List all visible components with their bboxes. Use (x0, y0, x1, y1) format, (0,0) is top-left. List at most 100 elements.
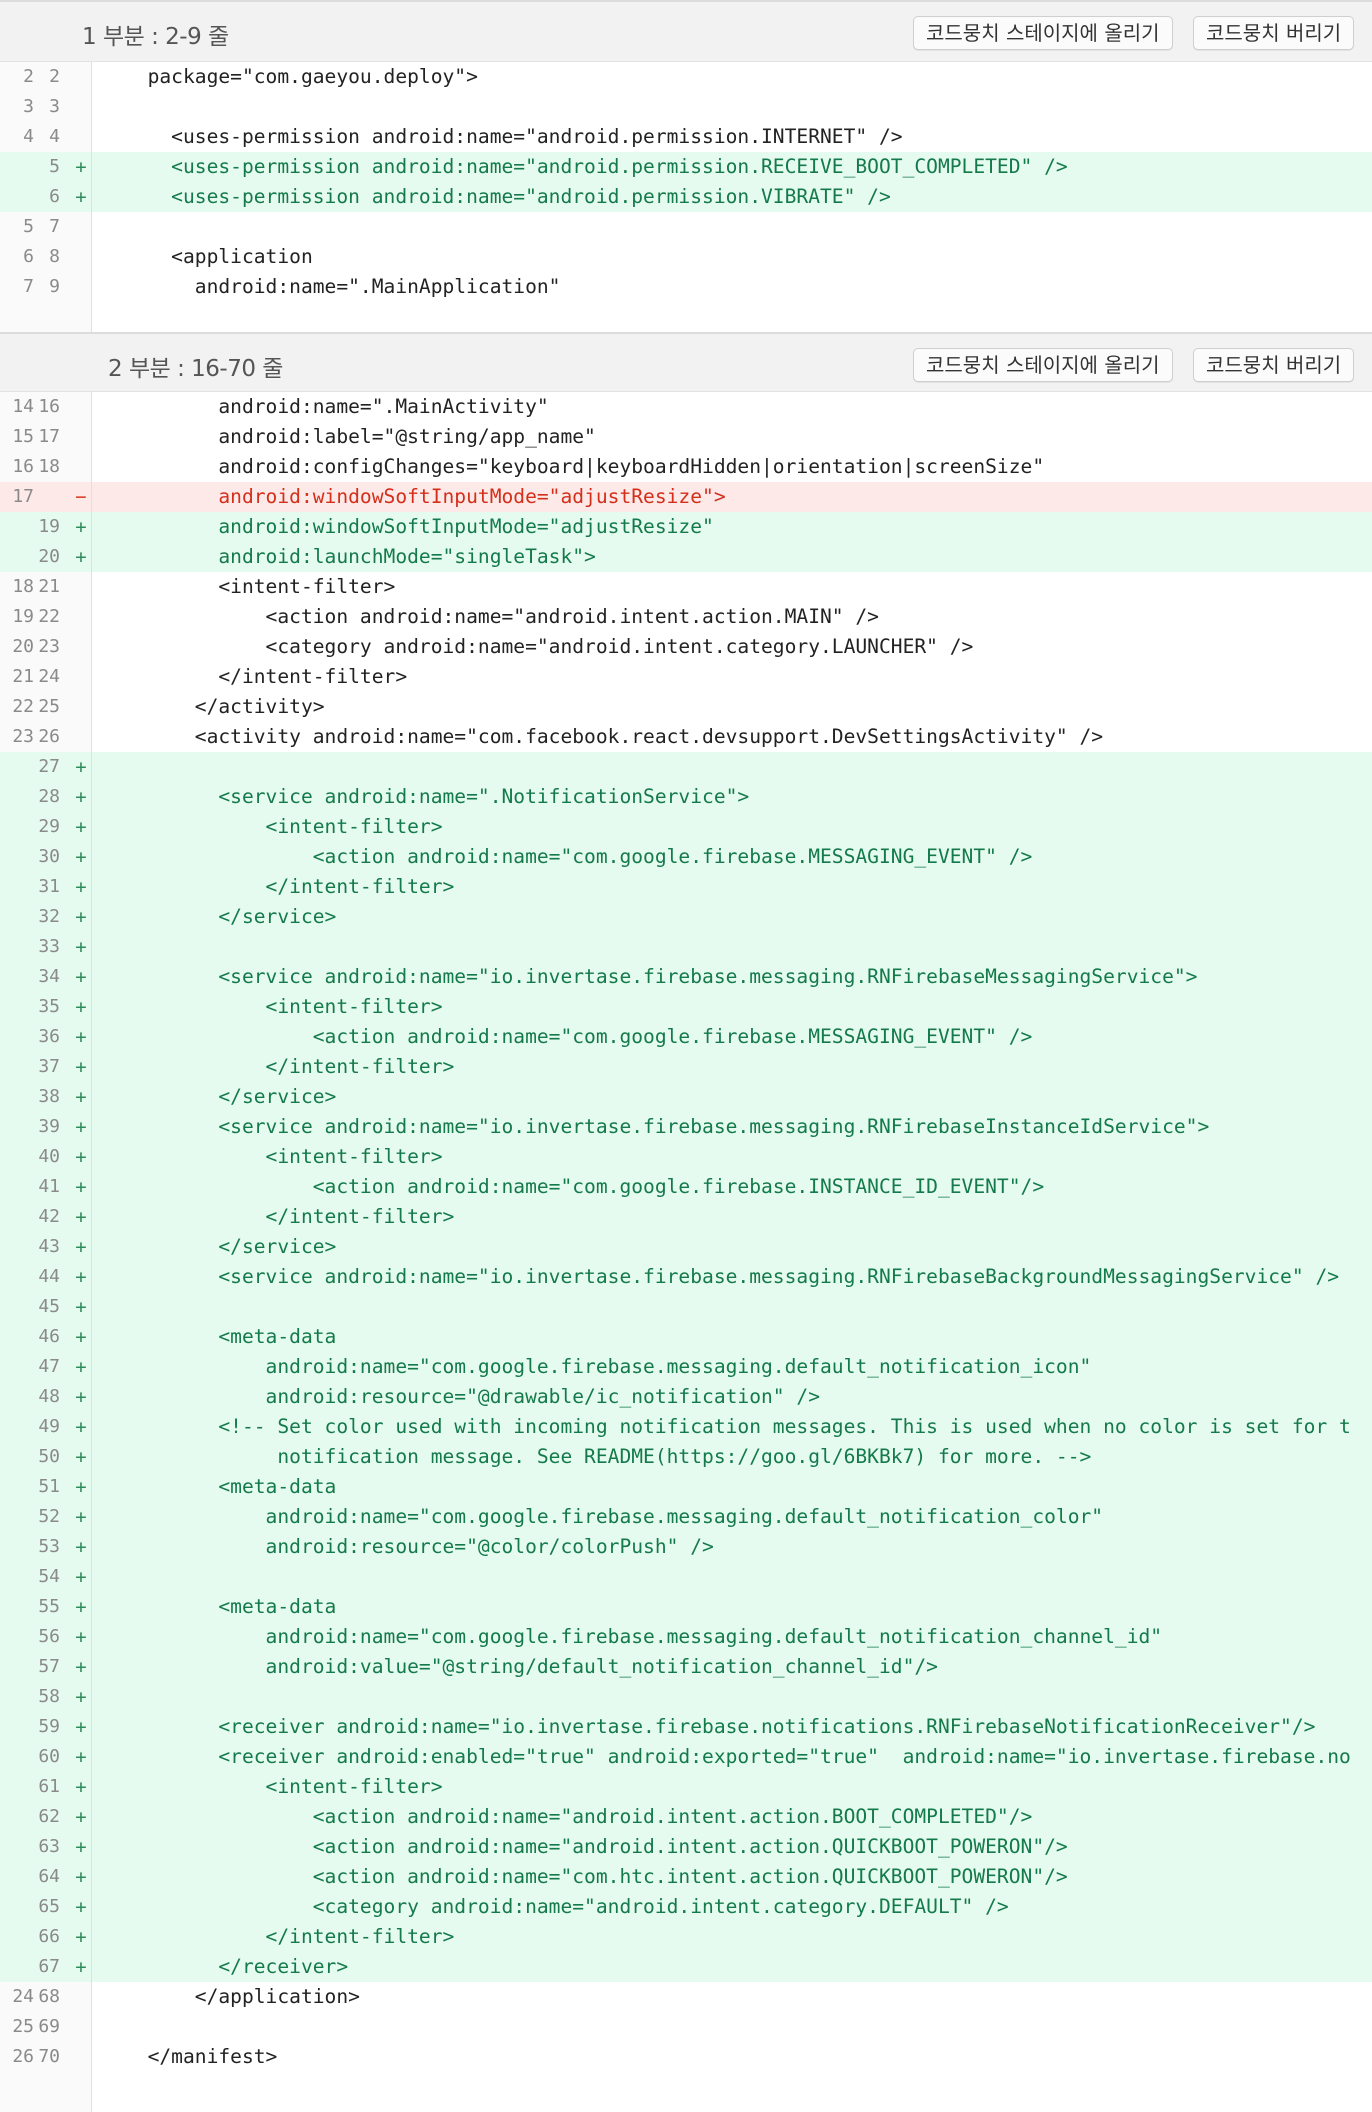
diff-line-added[interactable]: 51 + <meta-data (0, 1472, 1372, 1502)
diff-line-added[interactable]: 37 + </intent-filter> (0, 1052, 1372, 1082)
added-marker: + (75, 1236, 87, 1258)
old-line-number: 14 (12, 396, 34, 417)
old-line-number: 5 (23, 216, 34, 237)
diff-line-context[interactable]: 25 69 (0, 2012, 1372, 2042)
added-marker: + (75, 1146, 87, 1168)
old-line-number (8, 1052, 34, 1082)
old-line-number: 4 (23, 126, 34, 147)
diff-line-added[interactable]: 6 + <uses-permission android:name="androi… (0, 182, 1372, 212)
new-line-number: 42 (38, 1206, 60, 1227)
diff-line-added[interactable]: 19 + android:windowSoftInputMode="adjustR… (0, 512, 1372, 542)
old-line-number (8, 1382, 34, 1412)
diff-line-added[interactable]: 61 + <intent-filter> (0, 1772, 1372, 1802)
discard-hunk-button[interactable]: 코드뭉치 버리기 (1193, 348, 1355, 382)
diff-line-added[interactable]: 66 + </intent-filter> (0, 1922, 1372, 1952)
stage-hunk-button[interactable]: 코드뭉치 스테이지에 올리기 (913, 348, 1173, 382)
diff-line-context[interactable]: 16 18 android:configChanges="keyboard|key… (0, 452, 1372, 482)
diff-line-added[interactable]: 64 + <action android:name="com.htc.intent… (0, 1862, 1372, 1892)
diff-line-context[interactable]: 24 68 </application> (0, 1982, 1372, 2012)
diff-line-context[interactable]: 68 <application (0, 242, 1372, 272)
diff-line-context[interactable]: 44 <uses-permission android:name="androi… (0, 122, 1372, 152)
diff-line-added[interactable]: 5 + <uses-permission android:name="androi… (0, 152, 1372, 182)
code-text: <action android:name="com.htc.intent.act… (124, 1865, 1068, 1888)
diff-line-added[interactable]: 47 + android:name="com.google.firebase.me… (0, 1352, 1372, 1382)
diff-line-added[interactable]: 34 + <service android:name="io.invertase.… (0, 962, 1372, 992)
diff-line-added[interactable]: 36 + <action android:name="com.google.fir… (0, 1022, 1372, 1052)
diff-line-added[interactable]: 29 + <intent-filter> (0, 812, 1372, 842)
code-text: <uses-permission android:name="android.p… (124, 185, 891, 208)
old-line-number: 24 (12, 1986, 34, 2007)
diff-line-added[interactable]: 38 + </service> (0, 1082, 1372, 1112)
code-text: <intent-filter> (124, 1145, 443, 1168)
diff-line-added[interactable]: 57 + android:value="@string/default_notif… (0, 1652, 1372, 1682)
code-text: <intent-filter> (124, 1775, 443, 1798)
new-line-number: 60 (38, 1746, 60, 1767)
new-line-number: 30 (38, 846, 60, 867)
new-line-number: 27 (38, 756, 60, 777)
diff-line-context[interactable]: 23 26 <activity android:name="com.faceboo… (0, 722, 1372, 752)
diff-line-context[interactable]: 20 23 <category android:name="android.int… (0, 632, 1372, 662)
diff-line-added[interactable]: 27 + (0, 752, 1372, 782)
diff-line-context[interactable]: 26 70 </manifest> (0, 2042, 1372, 2072)
old-line-number: 20 (12, 636, 34, 657)
discard-hunk-button[interactable]: 코드뭉치 버리기 (1193, 16, 1355, 50)
diff-line-added[interactable]: 54 + (0, 1562, 1372, 1592)
diff-line-added[interactable]: 46 + <meta-data (0, 1322, 1372, 1352)
diff-line-added[interactable]: 42 + </intent-filter> (0, 1202, 1372, 1232)
diff-line-added[interactable]: 43 + </service> (0, 1232, 1372, 1262)
diff-line-added[interactable]: 33 + (0, 932, 1372, 962)
new-line-number: 32 (38, 906, 60, 927)
diff-line-added[interactable]: 67 + </receiver> (0, 1952, 1372, 1982)
old-line-number (8, 872, 34, 902)
diff-line-context[interactable]: 21 24 </intent-filter> (0, 662, 1372, 692)
code-text: </intent-filter> (124, 1055, 455, 1078)
code-text: android:value="@string/default_notificat… (124, 1655, 938, 1678)
diff-line-added[interactable]: 58 + (0, 1682, 1372, 1712)
diff-line-added[interactable]: 65 + <category android:name="android.inte… (0, 1892, 1372, 1922)
diff-line-added[interactable]: 56 + android:name="com.google.firebase.me… (0, 1622, 1372, 1652)
diff-line-added[interactable]: 63 + <action android:name="android.intent… (0, 1832, 1372, 1862)
diff-line-context[interactable]: 18 21 <intent-filter> (0, 572, 1372, 602)
diff-line-added[interactable]: 62 + <action android:name="android.intent… (0, 1802, 1372, 1832)
diff-line-added[interactable]: 60 + <receiver android:enabled="true" and… (0, 1742, 1372, 1772)
diff-line-added[interactable]: 45 + (0, 1292, 1372, 1322)
diff-line-added[interactable]: 44 + <service android:name="io.invertase.… (0, 1262, 1372, 1292)
diff-line-added[interactable]: 31 + </intent-filter> (0, 872, 1372, 902)
stage-hunk-button[interactable]: 코드뭉치 스테이지에 올리기 (913, 16, 1173, 50)
diff-line-added[interactable]: 28 + <service android:name=".Notification… (0, 782, 1372, 812)
diff-line-added[interactable]: 40 + <intent-filter> (0, 1142, 1372, 1172)
diff-line-context[interactable]: 14 16 android:name=".MainActivity" (0, 392, 1372, 422)
diff-line-context[interactable]: 79 android:name=".MainApplication" (0, 272, 1372, 302)
old-line-number: 3 (23, 96, 34, 117)
code-text: <meta-data (124, 1325, 337, 1348)
added-marker: + (75, 1626, 87, 1648)
diff-line-context[interactable]: 33 (0, 92, 1372, 122)
diff-line-added[interactable]: 41 + <action android:name="com.google.fir… (0, 1172, 1372, 1202)
old-line-number (8, 1172, 34, 1202)
old-line-number: 19 (12, 606, 34, 627)
diff-line-context[interactable]: 22 25 </activity> (0, 692, 1372, 722)
diff-line-context[interactable]: 15 17 android:label="@string/app_name" (0, 422, 1372, 452)
diff-line-added[interactable]: 39 + <service android:name="io.invertase.… (0, 1112, 1372, 1142)
diff-line-added[interactable]: 35 + <intent-filter> (0, 992, 1372, 1022)
added-marker: + (75, 1476, 87, 1498)
diff-line-removed[interactable]: 17 − android:windowSoftInputMode="adjustR… (0, 482, 1372, 512)
diff-line-added[interactable]: 20 + android:launchMode="singleTask"> (0, 542, 1372, 572)
diff-line-context[interactable]: 19 22 <action android:name="android.inten… (0, 602, 1372, 632)
old-line-number (8, 542, 34, 572)
diff-line-added[interactable]: 50 + notification message. See README(htt… (0, 1442, 1372, 1472)
diff-line-added[interactable]: 32 + </service> (0, 902, 1372, 932)
diff-line-added[interactable]: 52 + android:name="com.google.firebase.me… (0, 1502, 1372, 1532)
new-line-number: 21 (38, 576, 60, 597)
diff-line-context[interactable]: 22 package="com.gaeyou.deploy"> (0, 62, 1372, 92)
code-text: android:name=".MainApplication" (124, 275, 561, 298)
new-line-number: 65 (38, 1896, 60, 1917)
diff-line-added[interactable]: 48 + android:resource="@drawable/ic_notif… (0, 1382, 1372, 1412)
diff-line-added[interactable]: 59 + <receiver android:name="io.invertase… (0, 1712, 1372, 1742)
diff-line-added[interactable]: 30 + <action android:name="com.google.fir… (0, 842, 1372, 872)
code-text: android:windowSoftInputMode="adjustResiz… (124, 515, 714, 538)
diff-line-context[interactable]: 57 (0, 212, 1372, 242)
diff-line-added[interactable]: 55 + <meta-data (0, 1592, 1372, 1622)
diff-line-added[interactable]: 53 + android:resource="@color/colorPush" … (0, 1532, 1372, 1562)
diff-line-added[interactable]: 49 + <!-- Set color used with incoming no… (0, 1412, 1372, 1442)
